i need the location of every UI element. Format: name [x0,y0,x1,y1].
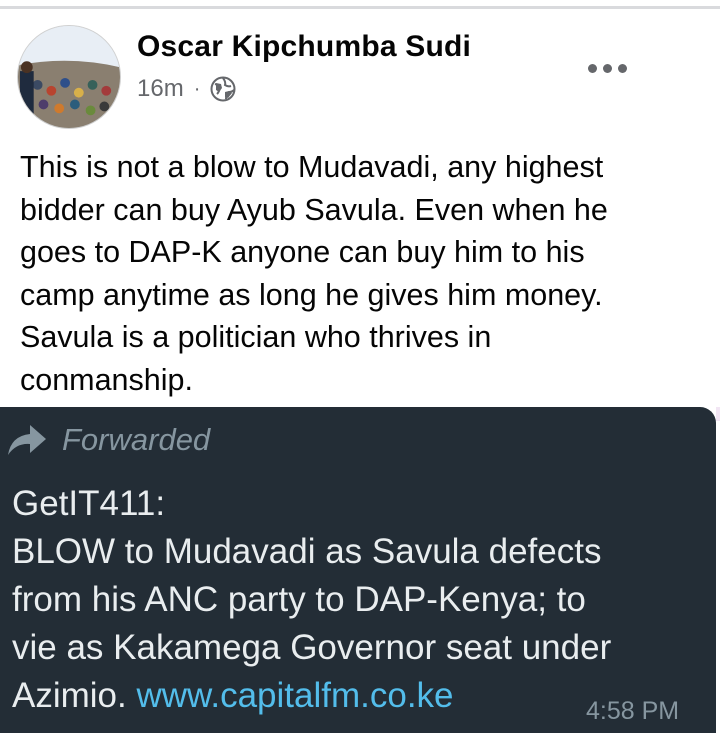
author-name[interactable]: Oscar Kipchumba Sudi [137,30,471,64]
avatar[interactable] [17,25,121,129]
message-line: GetIT411: [12,484,166,523]
more-dot [587,63,597,73]
more-dot [617,63,627,73]
message-line: BLOW to Mudavadi as Savula defects [12,532,602,571]
post-text: This is not a blow to Mudavadi, any high… [20,146,710,401]
message-line: vie as Kakamega Governor seat under [12,628,612,667]
more-options-icon[interactable] [582,54,632,82]
post-text-line: camp anytime as long he gives him money. [20,277,603,312]
message-line: from his ANC party to DAP-Kenya; to [12,580,586,619]
message-link[interactable]: www.capitalfm.co.ke [136,676,453,715]
screenshot: Oscar Kipchumba Sudi 16m · This is not a… [0,0,720,733]
avatar-photo [18,26,120,128]
post-meta: 16m · [137,74,236,104]
forwarded-message-text: GetIT411: BLOW to Mudavadi as Savula def… [12,480,712,720]
post-text-line: goes to DAP-K anyone can buy him to his [20,235,585,269]
meta-separator: · [193,77,201,100]
message-line-prefix: Azimio. [12,676,137,715]
globe-icon [210,76,236,102]
forwarded-label: Forwarded [62,422,211,457]
top-divider [0,6,720,9]
post-text-line: conmanship. [20,362,193,397]
more-dot [602,63,612,73]
forward-arrow-icon [8,425,46,455]
post-text-line: This is not a blow to Mudavadi, any high… [20,150,604,184]
message-time: 4:58 PM [586,697,680,725]
panel-edge [716,407,720,421]
post-time[interactable]: 16m [137,75,184,103]
forwarded-label-row: Forwarded [6,418,210,462]
post-text-line: Savula is a politician who thrives in [20,320,492,354]
post-text-line: bidder can buy Ayub Savula. Even when he [20,192,608,227]
